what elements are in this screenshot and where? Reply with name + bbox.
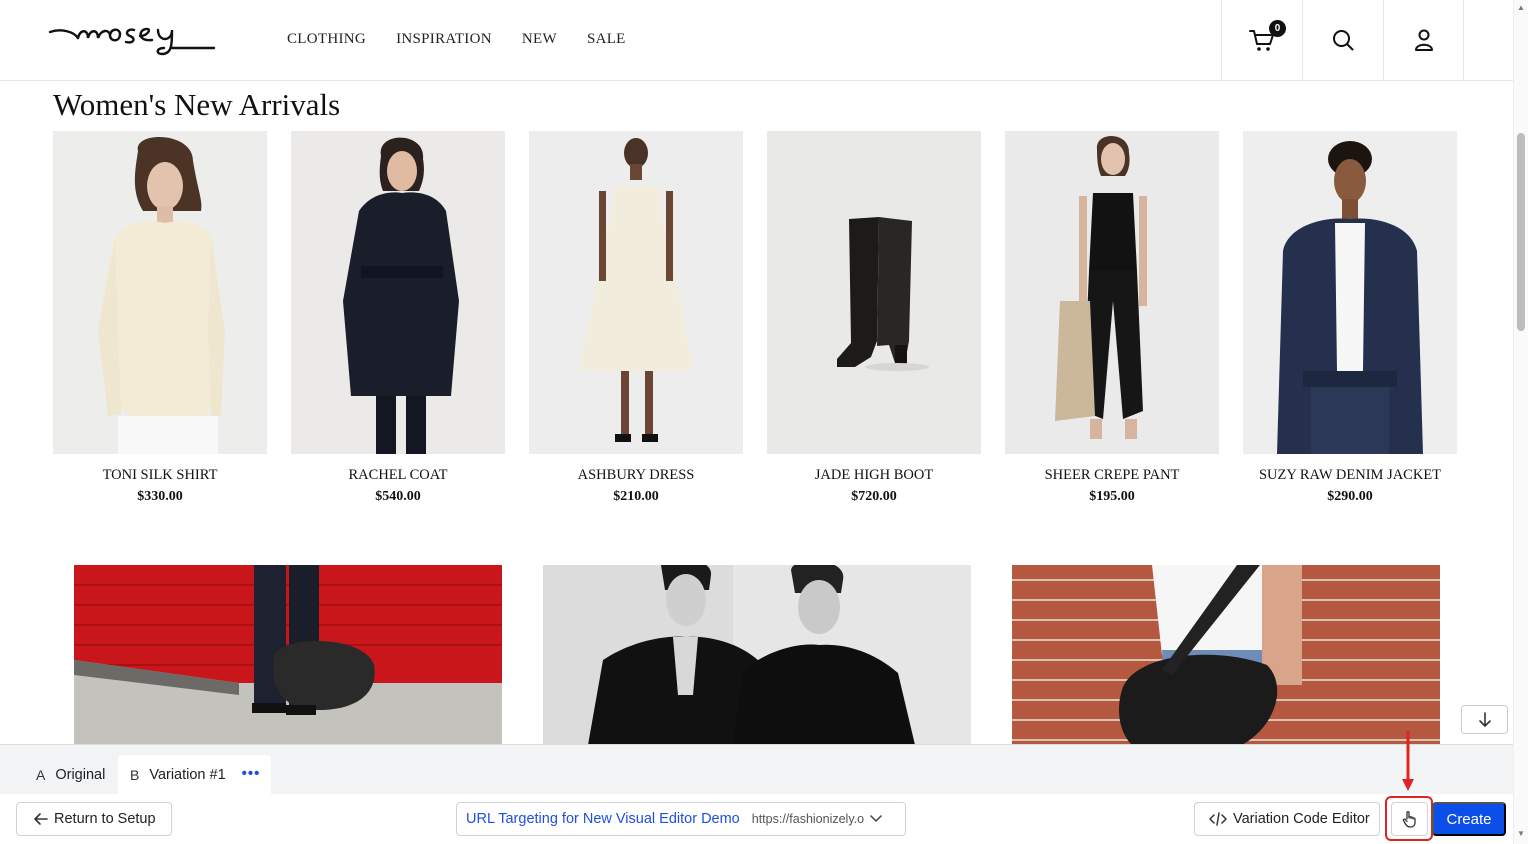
product-name[interactable]: ASHBURY DRESS: [529, 467, 743, 484]
product-name[interactable]: SHEER CREPE PANT: [1005, 467, 1219, 484]
nav-inspiration[interactable]: INSPIRATION: [396, 31, 492, 48]
url-targeting-select[interactable]: URL Targeting for New Visual Editor Demo…: [456, 802, 906, 836]
more-options-icon[interactable]: •••: [242, 765, 261, 782]
product-image-toni-silk-shirt[interactable]: [53, 131, 267, 454]
cart-button[interactable]: 0: [1221, 0, 1302, 80]
main-nav: CLOTHING INSPIRATION NEW SALE: [287, 31, 626, 48]
user-icon: [1414, 29, 1433, 51]
banner-brick-wall[interactable]: [1012, 565, 1440, 745]
variation-code-editor-button[interactable]: Variation Code Editor: [1194, 802, 1380, 836]
tab-letter: B: [130, 767, 140, 783]
product-image-jade-high-boot[interactable]: [767, 131, 981, 454]
search-icon: [1333, 30, 1354, 51]
product-price: $290.00: [1327, 489, 1373, 504]
product-name[interactable]: TONI SILK SHIRT: [53, 467, 267, 484]
scroll-down-button[interactable]: [1461, 705, 1508, 734]
tab-label: Original: [55, 767, 106, 783]
variation-code-editor-label: Variation Code Editor: [1233, 811, 1370, 827]
page-title: Women's New Arrivals: [53, 87, 341, 122]
header-icons: 0: [1221, 0, 1464, 80]
scroll-up-arrow-icon[interactable]: ▲: [1517, 3, 1525, 12]
page-scrollbar[interactable]: ▲ ▼: [1513, 0, 1528, 844]
banner-men-portraits[interactable]: [543, 565, 971, 745]
product-name[interactable]: JADE HIGH BOOT: [767, 467, 981, 484]
product-price: $540.00: [375, 489, 421, 504]
variation-tabbar: A Original B Variation #1 •••: [0, 744, 1513, 795]
account-button[interactable]: [1383, 0, 1464, 80]
chevron-down-icon: [870, 815, 882, 822]
search-button[interactable]: [1302, 0, 1383, 80]
product-card[interactable]: SUZY RAW DENIM JACKET $290.00: [1243, 131, 1457, 505]
code-icon: [1209, 812, 1227, 826]
product-image-rachel-coat[interactable]: [291, 131, 505, 454]
nav-clothing[interactable]: CLOTHING: [287, 31, 366, 48]
tab-variation-1[interactable]: B Variation #1 •••: [118, 755, 271, 795]
tab-original[interactable]: A Original: [36, 755, 105, 795]
nav-sale[interactable]: SALE: [587, 31, 626, 48]
scroll-down-arrow-icon[interactable]: ▼: [1517, 829, 1525, 838]
nav-new[interactable]: NEW: [522, 31, 557, 48]
editor-toolbar: Return to Setup URL Targeting for New Vi…: [0, 794, 1513, 844]
banner-row: [74, 565, 1440, 745]
product-price: $210.00: [613, 489, 659, 504]
url-targeting-value: https://fashionizely.o: [751, 812, 865, 826]
product-card[interactable]: RACHEL COAT $540.00: [291, 131, 505, 505]
arrow-left-icon: [34, 813, 48, 825]
product-price: $195.00: [1089, 489, 1135, 504]
product-card[interactable]: ASHBURY DRESS $210.00: [529, 131, 743, 505]
tab-label: Variation #1: [149, 767, 226, 783]
product-name[interactable]: SUZY RAW DENIM JACKET: [1243, 467, 1457, 484]
product-card[interactable]: JADE HIGH BOOT $720.00: [767, 131, 981, 505]
product-image-ashbury-dress[interactable]: [529, 131, 743, 454]
product-image-sheer-crepe-pant[interactable]: [1005, 131, 1219, 454]
product-price: $330.00: [137, 489, 183, 504]
arrow-down-icon: [1478, 711, 1491, 727]
banner-red-wall[interactable]: [74, 565, 502, 745]
create-button[interactable]: Create: [1432, 802, 1506, 836]
return-to-setup-button[interactable]: Return to Setup: [16, 802, 172, 836]
mosey-logo[interactable]: [48, 14, 216, 60]
product-name[interactable]: RACHEL COAT: [291, 467, 505, 484]
highlight-box: [1385, 796, 1433, 841]
cart-count-badge: 0: [1269, 20, 1286, 37]
scrollbar-thumb[interactable]: [1517, 133, 1525, 331]
annotation-arrow-icon: [1402, 731, 1414, 791]
url-targeting-name: URL Targeting for New Visual Editor Demo: [466, 811, 740, 827]
tab-letter: A: [36, 767, 46, 783]
product-card[interactable]: TONI SILK SHIRT $330.00: [53, 131, 267, 505]
product-grid: TONI SILK SHIRT $330.00 RACHEL COAT $540…: [53, 131, 1457, 505]
return-to-setup-label: Return to Setup: [54, 811, 156, 827]
product-image-suzy-raw-denim-jacket[interactable]: [1243, 131, 1457, 454]
product-card[interactable]: SHEER CREPE PANT $195.00: [1005, 131, 1219, 505]
site-header: CLOTHING INSPIRATION NEW SALE 0: [0, 0, 1513, 81]
product-price: $720.00: [851, 489, 897, 504]
